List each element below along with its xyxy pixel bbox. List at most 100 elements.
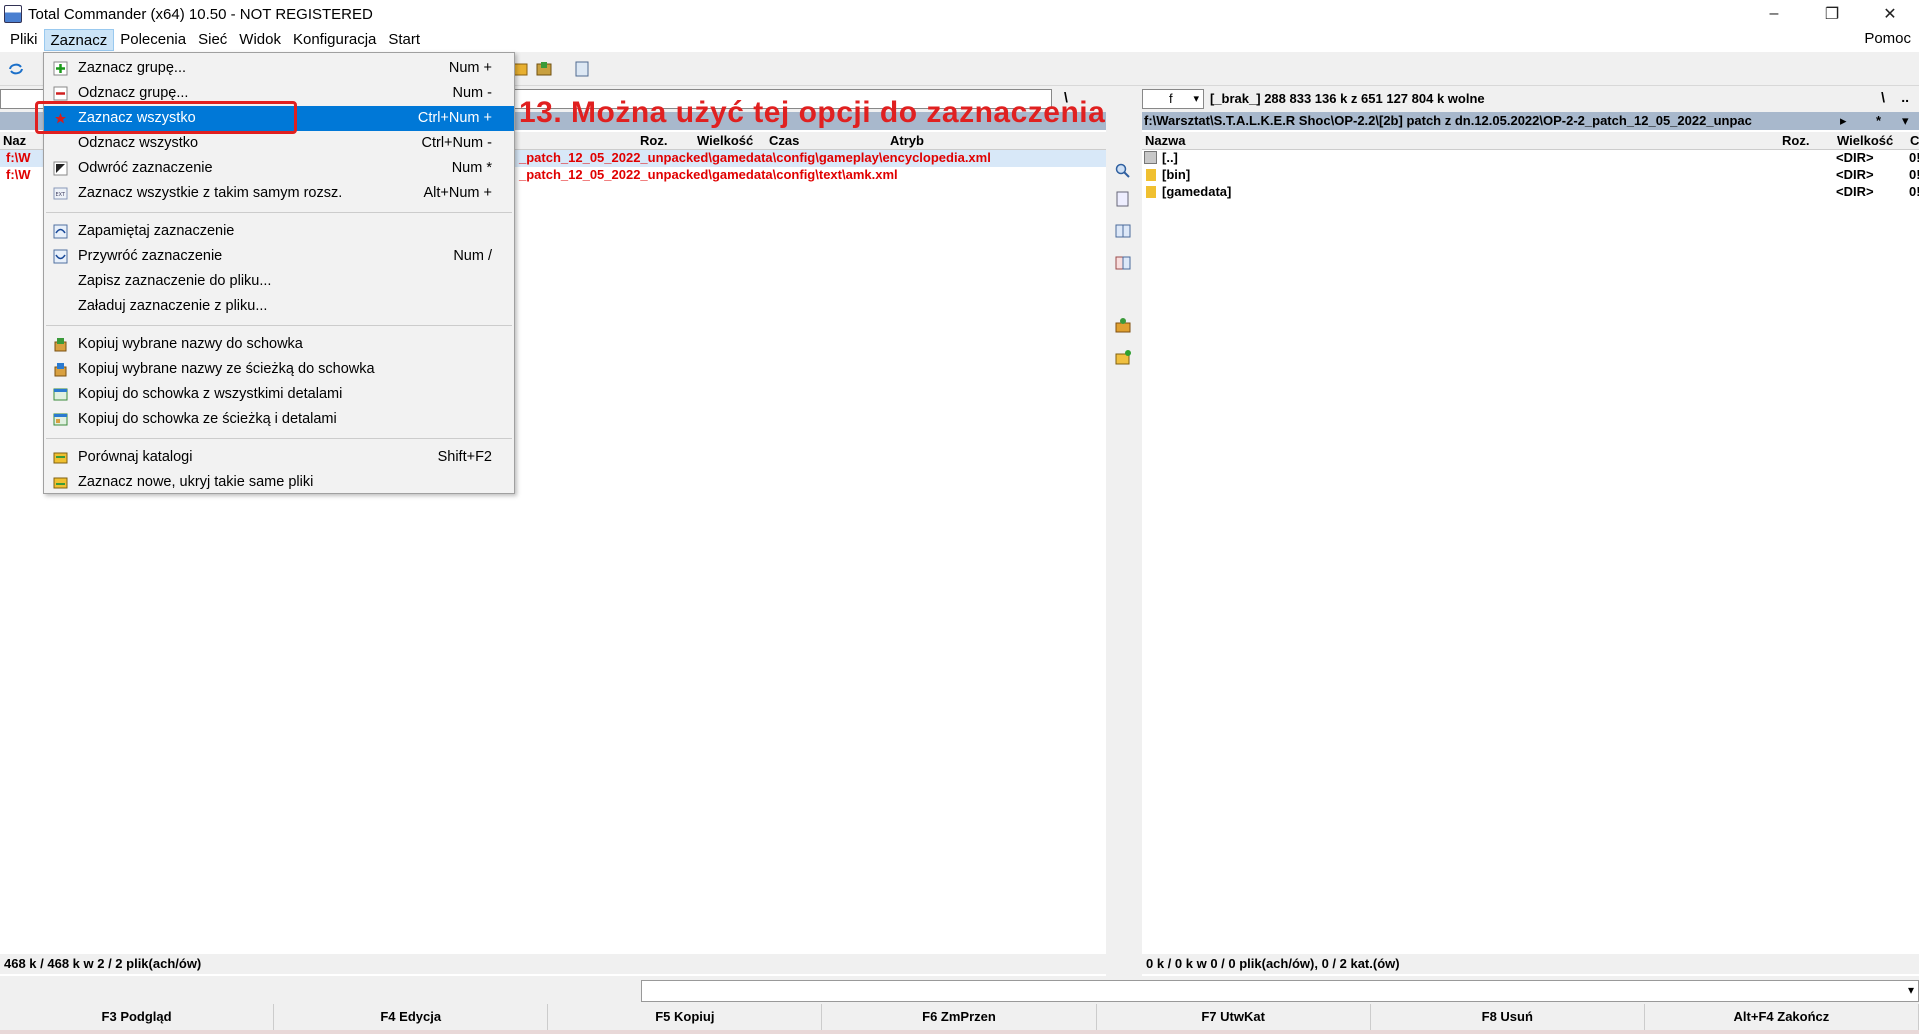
restore-icon: [53, 249, 68, 264]
f5-copy-button[interactable]: F5 Kopiuj: [548, 1004, 823, 1030]
restore-button[interactable]: ❐: [1803, 0, 1861, 28]
menu-konfiguracja[interactable]: Konfiguracja: [287, 29, 382, 51]
compare-icon[interactable]: [1114, 222, 1132, 240]
ext-icon: EXT: [53, 187, 68, 200]
dir-extra: 0!: [1909, 167, 1919, 182]
dir-name: [..]: [1162, 150, 1178, 165]
right-drive-bar: f ▾ [_brak_] 288 833 136 k z 651 127 804…: [1142, 86, 1919, 112]
right-column-header: Nazwa Roz. Wielkość C: [1142, 132, 1919, 150]
menu-select-group[interactable]: Zaznacz grupę... Num +: [44, 56, 514, 81]
f3-view-button[interactable]: F3 Podgląd: [0, 1004, 275, 1030]
chevron-down-icon[interactable]: ▾: [1908, 983, 1914, 997]
up-dir-icon: [1144, 151, 1157, 164]
right-path-bar[interactable]: f:\Warsztat\S.T.A.L.K.E.R Shoc\OP-2.2\[2…: [1142, 112, 1919, 130]
col-name[interactable]: Naz: [3, 133, 26, 148]
menu-load-selection-file[interactable]: Załaduj zaznaczenie z pliku...: [44, 294, 514, 319]
menu-copy-path-details[interactable]: Kopiuj do schowka ze ścieżką i detalami: [44, 407, 514, 432]
menu-separator: [46, 438, 512, 439]
menu-item-label: Zaznacz nowe, ukryj takie same pliki: [78, 474, 314, 490]
search-icon[interactable]: [1114, 162, 1132, 180]
menu-item-label: Odwróć zaznaczenie: [78, 160, 213, 176]
unpack-icon[interactable]: [534, 60, 554, 78]
command-line-input[interactable]: ▾: [641, 980, 1919, 1002]
menu-unselect-all[interactable]: Odznacz wszystko Ctrl+Num -: [44, 131, 514, 156]
menu-item-label: Odznacz grupę...: [78, 85, 189, 101]
left-status-bar: 468 k / 468 k w 2 / 2 plik(ach/ów): [0, 954, 1106, 974]
table-row[interactable]: [bin] <DIR> 0!: [1142, 167, 1919, 184]
f6-move-button[interactable]: F6 ZmPrzen: [822, 1004, 1097, 1030]
compare-dirs-icon: [53, 452, 68, 464]
menu-item-shortcut: Num /: [453, 248, 492, 264]
drive-free-space: [_brak_] 288 833 136 k z 651 127 804 k w…: [1210, 91, 1485, 106]
menu-restore-selection[interactable]: Przywróć zaznaczenie Num /: [44, 244, 514, 269]
refresh-icon[interactable]: [6, 60, 26, 78]
table-row[interactable]: [gamedata] <DIR> 0!: [1142, 184, 1919, 201]
chevron-down-icon: ▾: [1193, 93, 1199, 105]
menu-copy-names-path[interactable]: Kopiuj wybrane nazwy ze ścieżką do schow…: [44, 357, 514, 382]
ftp-icon[interactable]: [1114, 316, 1132, 334]
table-row[interactable]: [..] <DIR> 0!: [1142, 150, 1919, 167]
dir-extra: 0!: [1909, 150, 1919, 165]
col-attr[interactable]: Atryb: [890, 133, 924, 148]
menu-item-label: Kopiuj do schowka z wszystkimi detalami: [78, 386, 343, 402]
col-size[interactable]: Wielkość: [1837, 133, 1893, 148]
notepad-icon[interactable]: [572, 60, 592, 78]
folder-icon: [1146, 186, 1156, 198]
file-prefix: f:\W: [6, 167, 31, 182]
new-folder-icon[interactable]: [1114, 348, 1132, 366]
menu-copy-details[interactable]: Kopiuj do schowka z wszystkimi detalami: [44, 382, 514, 407]
f4-edit-button[interactable]: F4 Edycja: [274, 1004, 549, 1030]
menu-polecenia[interactable]: Polecenia: [114, 29, 192, 51]
history-button[interactable]: ▾: [1902, 112, 1909, 130]
drive-letter: f: [1169, 91, 1173, 106]
menu-item-label: Zapamiętaj zaznaczenie: [78, 223, 235, 239]
edit-icon[interactable]: [1114, 190, 1132, 208]
close-button[interactable]: ✕: [1861, 0, 1919, 28]
right-root-button[interactable]: \: [1881, 89, 1885, 105]
right-parent-button[interactable]: ..: [1901, 89, 1909, 105]
menu-item-shortcut: Num -: [452, 85, 492, 101]
middle-toolbar: [1106, 86, 1142, 976]
menu-item-shortcut: Shift+F2: [437, 449, 492, 465]
file-path: _patch_12_05_2022_unpacked\gamedata\conf…: [519, 150, 991, 165]
col-size[interactable]: Wielkość: [697, 133, 753, 148]
menu-item-shortcut: Num *: [451, 160, 492, 176]
copy-path-details-icon: [53, 413, 68, 426]
menu-widok[interactable]: Widok: [233, 29, 287, 51]
taskbar-edge: [0, 1030, 1919, 1034]
filter-button[interactable]: *: [1876, 112, 1881, 130]
folder-icon: [1146, 169, 1156, 181]
menu-zaznacz[interactable]: Zaznacz: [43, 29, 115, 51]
col-time[interactable]: Czas: [769, 133, 799, 148]
altf4-exit-button[interactable]: Alt+F4 Zakończ: [1645, 1004, 1919, 1030]
menu-copy-names[interactable]: Kopiuj wybrane nazwy do schowka: [44, 332, 514, 357]
window-controls: – ❐ ✕: [1745, 0, 1919, 28]
menu-compare-dirs[interactable]: Porównaj katalogi Shift+F2: [44, 445, 514, 470]
right-drive-combo[interactable]: f ▾: [1142, 89, 1204, 109]
menu-start[interactable]: Start: [382, 29, 426, 51]
col-ext[interactable]: Roz.: [640, 133, 667, 148]
col-extra[interactable]: C: [1910, 133, 1919, 148]
copy-names-icon: [54, 338, 67, 352]
right-panel[interactable]: f ▾ [_brak_] 288 833 136 k z 651 127 804…: [1142, 86, 1919, 976]
col-name[interactable]: Nazwa: [1145, 133, 1185, 148]
path-arrow-icon[interactable]: ▸: [1840, 112, 1847, 130]
menu-select-newer[interactable]: Zaznacz nowe, ukryj takie same pliki: [44, 470, 514, 495]
right-file-list: [..] <DIR> 0! [bin] <DIR> 0! [gamedata] …: [1142, 150, 1919, 201]
menu-invert-selection[interactable]: Odwróć zaznaczenie Num *: [44, 156, 514, 181]
menu-save-selection[interactable]: Zapamiętaj zaznaczenie: [44, 219, 514, 244]
sync-icon[interactable]: [1114, 254, 1132, 272]
menu-siec[interactable]: Sieć: [192, 29, 233, 51]
col-ext[interactable]: Roz.: [1782, 133, 1809, 148]
plus-icon: [53, 61, 68, 76]
menu-pomoc[interactable]: Pomoc: [1864, 30, 1911, 47]
menu-save-selection-file[interactable]: Zapisz zaznaczenie do pliku...: [44, 269, 514, 294]
f8-delete-button[interactable]: F8 Usuń: [1371, 1004, 1645, 1030]
menu-select-same-ext[interactable]: EXT Zaznacz wszystkie z takim samym rozs…: [44, 181, 514, 206]
menu-item-label: Kopiuj wybrane nazwy ze ścieżką do schow…: [78, 361, 375, 377]
window-title: Total Commander (x64) 10.50 - NOT REGIST…: [28, 5, 373, 23]
dir-name: [bin]: [1162, 167, 1191, 182]
minimize-button[interactable]: –: [1745, 0, 1803, 28]
menu-pliki[interactable]: Pliki: [4, 29, 44, 51]
f7-mkdir-button[interactable]: F7 UtwKat: [1097, 1004, 1371, 1030]
